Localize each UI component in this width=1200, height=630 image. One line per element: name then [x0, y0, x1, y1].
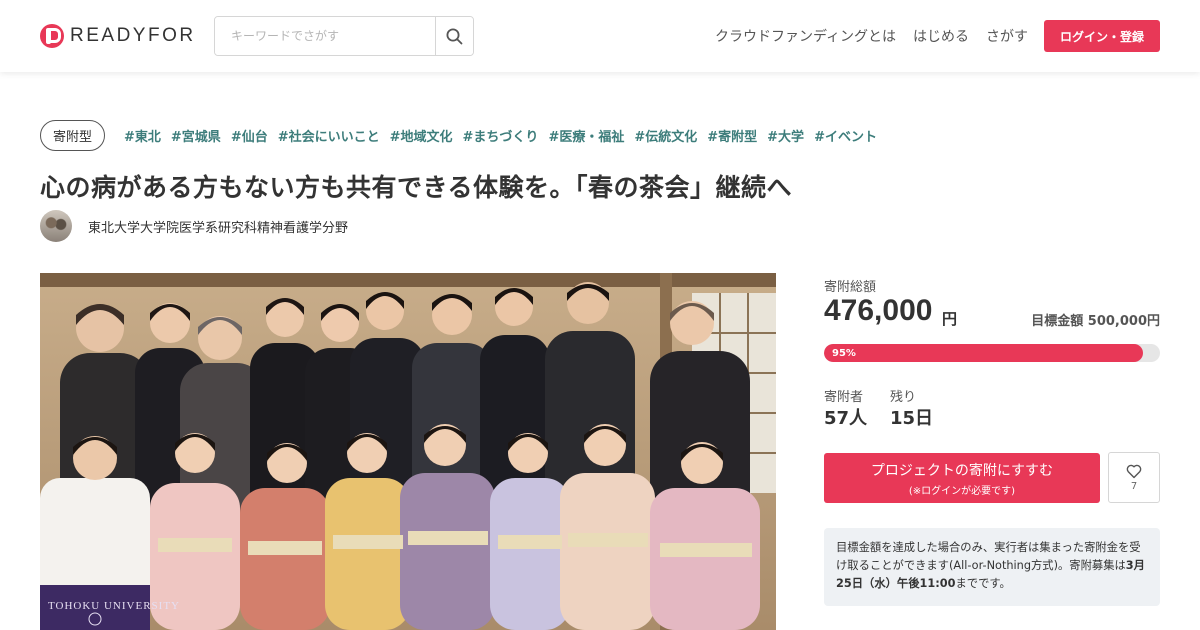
- nav-search[interactable]: さがす: [986, 26, 1028, 46]
- header-nav: クラウドファンディングとは はじめる さがす: [715, 26, 1028, 46]
- remaining-days: 15日: [890, 408, 934, 429]
- remaining-label: 残り: [890, 390, 917, 405]
- readyfor-logo[interactable]: READYFOR: [40, 24, 196, 48]
- heart-icon: [1126, 464, 1142, 478]
- search-icon: [446, 28, 463, 44]
- note-text: 目標金額を達成した場合のみ、実行者は集まった寄附金を受け取ることができます(Al…: [836, 541, 1141, 572]
- tag-link[interactable]: #仙台: [231, 126, 268, 145]
- logo-mark-icon: [40, 24, 64, 48]
- search-button[interactable]: [435, 17, 473, 55]
- supporters-label: 寄附者: [824, 390, 864, 405]
- tag-list: #東北 #宮城県 #仙台 #社会にいいこと #地域文化 #まちづくり #医療・福…: [124, 126, 877, 145]
- project-main-photo: TOHOKU UNIVERSITY: [40, 273, 776, 630]
- tag-link[interactable]: #大学: [767, 126, 804, 145]
- all-or-nothing-note: 目標金額を達成した場合のみ、実行者は集まった寄附金を受け取ることができます(Al…: [824, 528, 1160, 606]
- tag-link[interactable]: #まちづくり: [463, 126, 539, 145]
- donate-button-label: プロジェクトの寄附にすすむ: [870, 462, 1054, 479]
- progress-percent: 95%: [832, 347, 856, 359]
- project-title: 心の病がある方もない方も共有できる体験を。「春の茶会」継続へ: [40, 173, 793, 202]
- goal-amount: 目標金額 500,000円: [1031, 314, 1160, 329]
- total-amount: 476,000: [824, 294, 933, 327]
- nav-about-crowdfunding[interactable]: クラウドファンディングとは: [715, 26, 896, 46]
- funding-progress-bar: 95%: [824, 344, 1160, 362]
- total-label: 寄附総額: [824, 280, 877, 295]
- progress-fill: 95%: [824, 344, 1144, 362]
- total-unit: 円: [942, 310, 958, 328]
- supporters-count: 57人: [824, 408, 868, 429]
- site-header: READYFOR クラウドファンディングとは はじめる さがす ログイン・登録: [0, 0, 1200, 72]
- tag-link[interactable]: #宮城県: [171, 126, 221, 145]
- owner-name: 東北大学大学院医学系研究科精神看護学分野: [88, 220, 349, 236]
- nav-start[interactable]: はじめる: [913, 26, 969, 46]
- search-box: [214, 16, 474, 56]
- tag-link[interactable]: #医療・福祉: [548, 126, 624, 145]
- note-text-end: までです。: [955, 577, 1011, 590]
- favorite-button[interactable]: 7: [1108, 452, 1160, 503]
- donate-button[interactable]: プロジェクトの寄附にすすむ (※ログインが必要です): [824, 453, 1100, 503]
- tag-link[interactable]: #地域文化: [390, 126, 453, 145]
- tag-link[interactable]: #社会にいいこと: [278, 126, 380, 145]
- tag-link[interactable]: #伝統文化: [634, 126, 697, 145]
- search-input[interactable]: [215, 17, 435, 55]
- tag-link[interactable]: #東北: [124, 126, 161, 145]
- favorite-count: 7: [1130, 480, 1138, 492]
- tag-link[interactable]: #寄附型: [707, 126, 757, 145]
- donate-button-note: (※ログインが必要です): [908, 485, 1016, 497]
- login-button[interactable]: ログイン・登録: [1044, 20, 1160, 52]
- project-owner[interactable]: 東北大学大学院医学系研究科精神看護学分野: [40, 210, 348, 242]
- logo-text: READYFOR: [70, 25, 196, 46]
- tag-link[interactable]: #イベント: [814, 126, 877, 145]
- project-type-badge: 寄附型: [40, 120, 106, 151]
- university-banner-text: TOHOKU UNIVERSITY: [48, 600, 180, 612]
- group-photo-illustration: TOHOKU UNIVERSITY: [40, 273, 776, 630]
- owner-avatar: [40, 210, 72, 242]
